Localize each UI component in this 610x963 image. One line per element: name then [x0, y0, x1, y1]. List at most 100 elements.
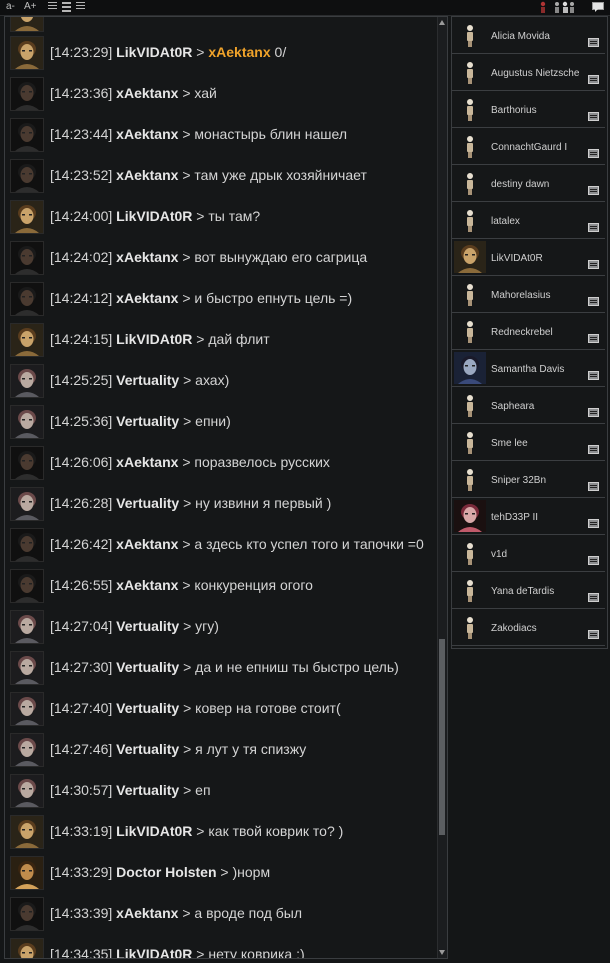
avatar[interactable] — [10, 774, 44, 808]
member-list-item[interactable]: Samantha Davis — [452, 350, 605, 387]
message-body: и быстро епнуть цель =) — [194, 290, 353, 306]
member-list-item[interactable]: LikVIDAt0R — [452, 239, 605, 276]
chat-bubble-icon[interactable] — [592, 2, 604, 13]
chat-message-pane[interactable]: [14:23:29] LikVIDAt0R > xAektanx 0/ [14:… — [4, 16, 448, 959]
avatar[interactable] — [10, 651, 44, 685]
message-sender[interactable]: xAektanx — [116, 577, 178, 593]
members-icon[interactable] — [552, 1, 578, 14]
member-list-item[interactable]: ConnachtGaurd I — [452, 128, 605, 165]
detailed-view-icon[interactable] — [62, 2, 71, 12]
message-sender[interactable]: Vertuality — [116, 413, 179, 429]
message-sender[interactable]: Vertuality — [116, 782, 179, 798]
avatar[interactable] — [10, 733, 44, 767]
member-menu-icon[interactable] — [588, 223, 599, 232]
member-menu-icon[interactable] — [588, 630, 599, 639]
member-menu-icon[interactable] — [588, 186, 599, 195]
member-list-item[interactable]: Sapheara — [452, 387, 605, 424]
message-sender[interactable]: Vertuality — [116, 741, 179, 757]
message-sender[interactable]: xAektanx — [116, 126, 178, 142]
message-sender[interactable]: xAektanx — [116, 249, 178, 265]
member-menu-icon[interactable] — [588, 297, 599, 306]
avatar[interactable] — [10, 446, 44, 480]
member-menu-icon[interactable] — [588, 593, 599, 602]
font-smaller-button[interactable]: a- — [6, 1, 15, 13]
member-menu-icon[interactable] — [588, 112, 599, 121]
member-list[interactable]: Alicia Movida Augustus Nietzsche Barthor… — [451, 16, 608, 649]
member-menu-icon[interactable] — [588, 482, 599, 491]
avatar[interactable] — [10, 487, 44, 521]
scroll-down-icon[interactable] — [439, 950, 445, 955]
avatar[interactable] — [10, 159, 44, 193]
member-list-item[interactable]: destiny dawn — [452, 165, 605, 202]
message-body: да и не епниш ты быстро цель) — [195, 659, 399, 675]
member-list-item[interactable]: tehD33P II — [452, 498, 605, 535]
avatar[interactable] — [10, 569, 44, 603]
message-sender[interactable]: LikVIDAt0R — [116, 823, 192, 839]
avatar[interactable] — [10, 405, 44, 439]
member-menu-icon[interactable] — [588, 38, 599, 47]
chat-message-row: [14:33:19] LikVIDAt0R > как твой коврик … — [5, 813, 435, 854]
compact-view-icon[interactable] — [48, 2, 57, 12]
avatar[interactable] — [10, 938, 44, 958]
member-menu-icon[interactable] — [588, 149, 599, 158]
member-list-item[interactable]: Zakodiacs — [452, 609, 605, 646]
chat-message-row: [14:24:12] xAektanx > и быстро епнуть це… — [5, 280, 435, 321]
message-sender[interactable]: Doctor Holsten — [116, 864, 216, 880]
avatar[interactable] — [10, 200, 44, 234]
scroll-up-icon[interactable] — [439, 20, 445, 25]
member-list-item[interactable]: Augustus Nietzsche — [452, 54, 605, 91]
member-menu-icon[interactable] — [588, 260, 599, 269]
avatar[interactable] — [10, 897, 44, 931]
member-menu-icon[interactable] — [588, 556, 599, 565]
message-sender[interactable]: LikVIDAt0R — [116, 208, 192, 224]
member-menu-icon[interactable] — [588, 334, 599, 343]
message-sender[interactable]: xAektanx — [116, 905, 178, 921]
message-sender[interactable]: xAektanx — [116, 167, 178, 183]
member-list-item[interactable]: Barthorius — [452, 91, 605, 128]
chat-scrollbar[interactable] — [437, 17, 447, 958]
member-list-item[interactable]: Alicia Movida — [452, 17, 605, 54]
avatar[interactable] — [10, 118, 44, 152]
font-larger-button[interactable]: A+ — [24, 1, 37, 13]
member-list-item[interactable]: Yana deTardis — [452, 572, 605, 609]
member-menu-icon[interactable] — [588, 519, 599, 528]
avatar[interactable] — [10, 241, 44, 275]
member-list-item[interactable]: Sniper 32Bn — [452, 461, 605, 498]
member-list-item[interactable]: Mahorelasius — [452, 276, 605, 313]
member-list-item[interactable]: v1d — [452, 535, 605, 572]
avatar[interactable] — [10, 36, 44, 70]
avatar[interactable] — [10, 856, 44, 890]
avatar[interactable] — [10, 77, 44, 111]
message-body: еп — [195, 782, 211, 798]
avatar[interactable] — [10, 815, 44, 849]
member-menu-icon[interactable] — [588, 75, 599, 84]
member-list-item[interactable]: Redneckrebel — [452, 313, 605, 350]
message-sender[interactable]: xAektanx — [116, 290, 178, 306]
avatar[interactable] — [10, 323, 44, 357]
message-sender[interactable]: Vertuality — [116, 659, 179, 675]
message-sender[interactable]: LikVIDAt0R — [116, 331, 192, 347]
message-sender[interactable]: LikVIDAt0R — [116, 44, 192, 60]
avatar[interactable] — [10, 528, 44, 562]
message-sender[interactable]: Vertuality — [116, 372, 179, 388]
message-sender[interactable]: xAektanx — [116, 85, 178, 101]
message-sender[interactable]: LikVIDAt0R — [116, 946, 192, 958]
member-menu-icon[interactable] — [588, 371, 599, 380]
member-list-item[interactable]: latalex — [452, 202, 605, 239]
message-sender[interactable]: Vertuality — [116, 700, 179, 716]
message-sender[interactable]: xAektanx — [116, 454, 178, 470]
avatar[interactable] — [10, 610, 44, 644]
pilot-silhouette-icon — [454, 574, 486, 606]
avatar[interactable] — [10, 282, 44, 316]
member-menu-icon[interactable] — [588, 408, 599, 417]
settings-icon[interactable] — [538, 1, 548, 14]
list-view-icon[interactable] — [76, 2, 85, 12]
message-sender[interactable]: Vertuality — [116, 495, 179, 511]
member-list-item[interactable]: Sme lee — [452, 424, 605, 461]
avatar[interactable] — [10, 364, 44, 398]
member-menu-icon[interactable] — [588, 445, 599, 454]
message-sender[interactable]: xAektanx — [116, 536, 178, 552]
scroll-thumb[interactable] — [439, 639, 445, 835]
avatar[interactable] — [10, 692, 44, 726]
message-sender[interactable]: Vertuality — [116, 618, 179, 634]
